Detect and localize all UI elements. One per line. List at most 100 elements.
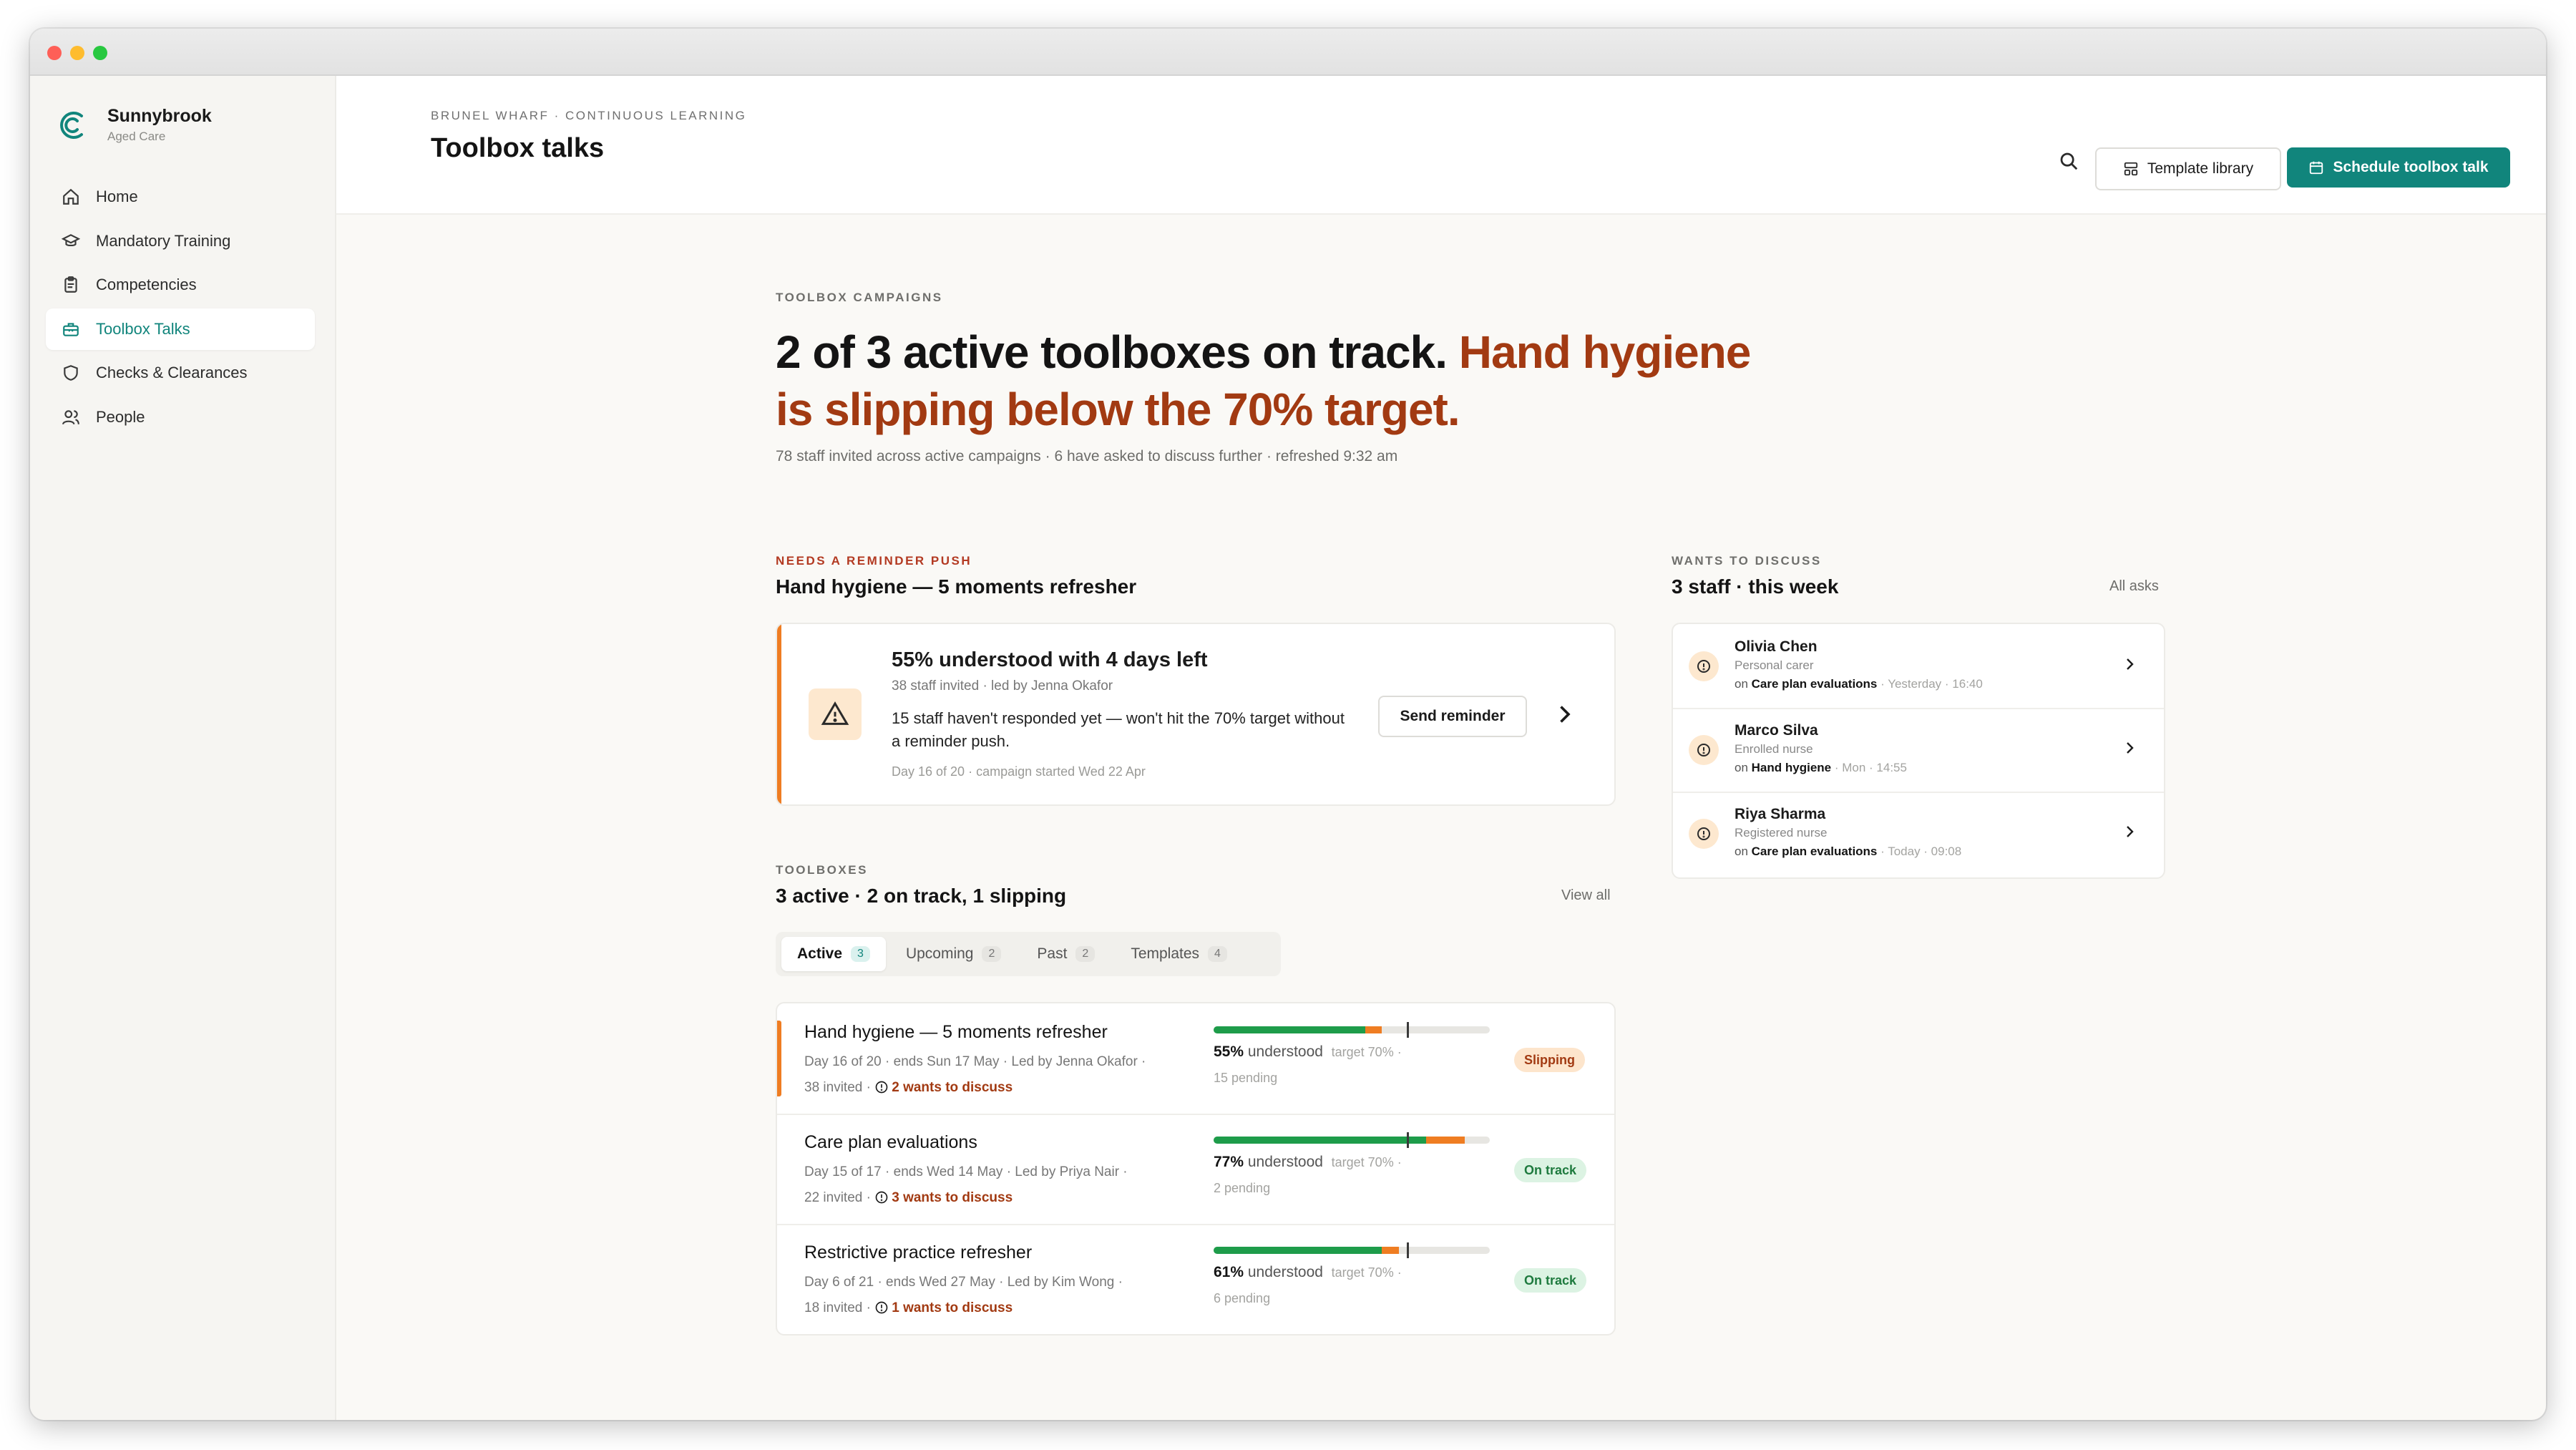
reminder-card-title: 55% understood with 4 days left [892,648,1208,671]
breadcrumb[interactable]: BRUNEL WHARF · CONTINUOUS LEARNING [431,109,746,123]
warning-icon [809,688,862,740]
sidebar-item-label: People [96,407,145,426]
sidebar-item-home[interactable]: Home [46,176,315,218]
chevron-right-icon[interactable] [2121,739,2138,756]
discuss-section-title: 3 staff · this week [1672,575,1839,598]
discuss-count: 2 wants to discuss [892,1080,1013,1095]
progress-label: 55% understood target 70% · [1214,1043,1402,1061]
toolbox-row[interactable]: Hand hygiene — 5 moments refresher Day 1… [777,1003,1614,1115]
toolbox-invited: 38 invited [804,1080,863,1095]
alert-circle-icon [1689,819,1719,849]
toolbox-tabs: Active 3 Upcoming 2 Past 2 Templates 4 [776,932,1281,976]
toolboxes-section-title: 3 active · 2 on track, 1 slipping [776,885,1067,907]
discuss-item[interactable]: Riya Sharma Registered nurse on Care pla… [1673,792,2164,875]
toolbox-meta: Day 16 of 20 · ends Sun 17 May · Led by … [804,1054,1146,1095]
target-text: target 70% · [1331,1155,1402,1169]
tab-upcoming[interactable]: Upcoming 2 [890,937,1017,971]
alert-circle-icon [875,1081,888,1094]
search-icon[interactable] [2058,150,2079,172]
tab-past[interactable]: Past 2 [1021,937,1111,971]
graduation-cap-icon [62,233,80,246]
toolbox-list: Hand hygiene — 5 moments refresher Day 1… [776,1002,1616,1335]
sidebar-item-mandatory-training[interactable]: Mandatory Training [46,220,315,262]
reminder-card-footer: Day 16 of 20 · campaign started Wed 22 A… [892,764,1146,779]
maximize-window-button[interactable] [93,46,107,60]
discuss-link[interactable]: 1 wants to discuss [874,1300,1013,1315]
reminder-card[interactable]: 55% understood with 4 days left 38 staff… [776,623,1616,806]
discuss-topic-line: on Care plan evaluations · Yesterday · 1… [1735,677,1983,691]
topic-name: Care plan evaluations [1751,677,1878,691]
toolbox-title: Restrictive practice refresher [804,1242,1033,1262]
sidebar-item-toolbox-talks[interactable]: Toolbox Talks [46,308,315,350]
title-bar [30,29,2546,76]
status-badge: Slipping [1514,1048,1585,1072]
discuss-item[interactable]: Olivia Chen Personal carer on Care plan … [1673,624,2164,709]
pending-text: 6 pending [1214,1291,1271,1305]
discuss-count: 3 wants to discuss [892,1190,1013,1205]
progress-label: 77% understood target 70% · [1214,1154,1402,1171]
brand-subtitle: Aged Care [107,130,166,143]
view-all-link[interactable]: View all [1561,887,1611,904]
toolbox-meta: Day 6 of 21 · ends Wed 27 May · Led by K… [804,1275,1123,1315]
topic-prefix: on [1735,845,1748,858]
sidebar-item-people[interactable]: People [46,396,315,438]
toolbox-row[interactable]: Care plan evaluations Day 15 of 17 · end… [777,1114,1614,1225]
brand-name: Sunnybrook [107,106,212,126]
alert-circle-icon [1689,651,1719,681]
staff-role: Registered nurse [1735,826,1828,840]
reminder-eyebrow: NEEDS A REMINDER PUSH [776,554,972,568]
app-window: Sunnybrook Aged Care Home Mandatory Trai… [30,29,2546,1420]
discuss-link[interactable]: 3 wants to discuss [874,1190,1013,1205]
schedule-toolbox-talk-button[interactable]: Schedule toolbox talk [2287,147,2510,188]
tab-templates[interactable]: Templates 4 [1115,937,1243,971]
slipping-accent-bar [777,1021,781,1096]
toolbox-title: Hand hygiene — 5 moments refresher [804,1022,1108,1042]
toolbox-icon [63,322,79,336]
all-asks-link[interactable]: All asks [2109,578,2159,595]
tab-label: Templates [1131,945,1200,962]
toolbox-title: Care plan evaluations [804,1132,977,1152]
target-text: target 70% · [1331,1265,1402,1280]
toolboxes-section-header: TOOLBOXES 3 active · 2 on track, 1 slipp… [776,863,1066,908]
discuss-link[interactable]: 2 wants to discuss [874,1080,1013,1095]
understood-word: understood [1247,1043,1323,1060]
progress-label: 61% understood target 70% · [1214,1264,1402,1281]
pending-fill [1365,1026,1382,1033]
chevron-right-icon[interactable] [2121,823,2138,840]
shield-icon [64,365,78,381]
sidebar-nav: Home Mandatory Training Competencies Too… [46,176,315,440]
discuss-topic-line: on Hand hygiene · Mon · 14:55 [1735,761,1907,775]
close-window-button[interactable] [47,46,62,60]
tab-active[interactable]: Active 3 [781,937,886,971]
understood-percent: 61% [1214,1264,1244,1280]
minimize-window-button[interactable] [70,46,84,60]
understood-percent: 77% [1214,1154,1244,1170]
alert-circle-icon [1689,735,1719,765]
staff-name: Olivia Chen [1735,638,1818,655]
ask-time: · Today · 09:08 [1880,845,1962,858]
toolbox-invited: 18 invited [804,1300,863,1315]
alert-circle-icon [875,1191,888,1204]
toolbox-row[interactable]: Restrictive practice refresher Day 6 of … [777,1224,1614,1334]
campaigns-eyebrow: TOOLBOX CAMPAIGNS [776,291,943,304]
template-library-button[interactable]: Template library [2095,147,2281,190]
toolbox-schedule: Day 16 of 20 · ends Sun 17 May · Led by … [804,1054,1146,1069]
brand[interactable]: Sunnybrook Aged Care [56,106,212,144]
sidebar-item-checks-clearances[interactable]: Checks & Clearances [46,352,315,394]
sidebar-item-competencies[interactable]: Competencies [46,264,315,306]
toolbox-meta: Day 15 of 17 · ends Wed 14 May · Led by … [804,1164,1128,1205]
staff-name: Marco Silva [1735,722,1818,739]
sidebar: Sunnybrook Aged Care Home Mandatory Trai… [30,76,336,1420]
warning-accent-bar [777,624,781,804]
status-badge: On track [1514,1158,1587,1182]
chevron-right-icon[interactable] [1551,701,1577,727]
send-reminder-button[interactable]: Send reminder [1378,696,1527,737]
home-icon [63,188,79,205]
toolbox-schedule: Day 15 of 17 · ends Wed 14 May · Led by … [804,1164,1128,1179]
discuss-item[interactable]: Marco Silva Enrolled nurse on Hand hygie… [1673,708,2164,793]
reminder-section-header: NEEDS A REMINDER PUSH Hand hygiene — 5 m… [776,554,1136,598]
topic-name: Hand hygiene [1751,761,1832,774]
chevron-right-icon[interactable] [2121,656,2138,673]
tab-count: 3 [851,946,870,962]
pending-fill [1382,1247,1399,1254]
